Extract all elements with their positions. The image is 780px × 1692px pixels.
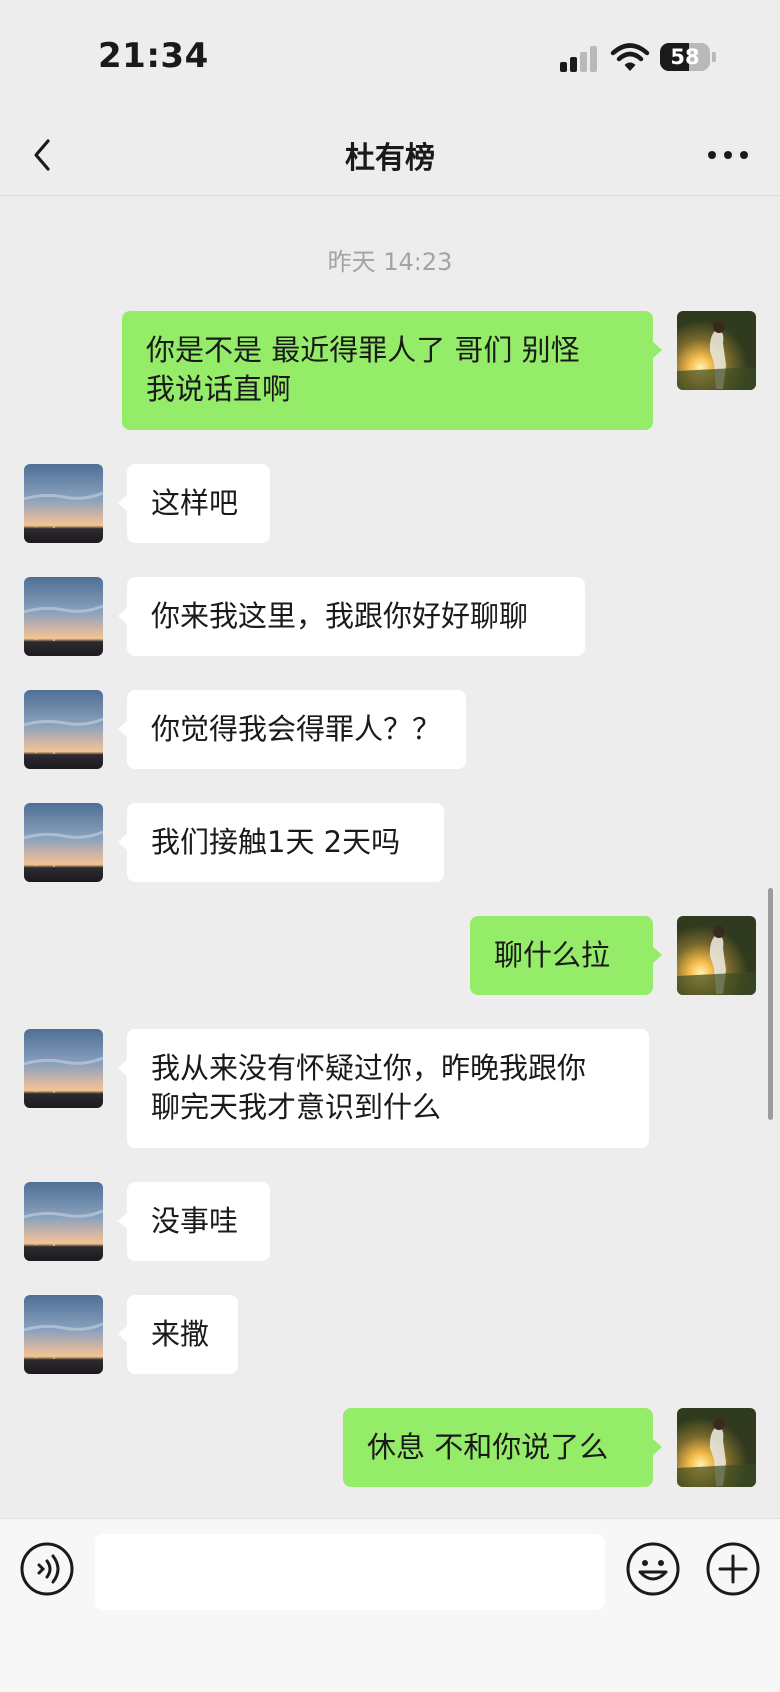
message-bubble-received[interactable]: 我从来没有怀疑过你，昨晚我跟你 聊完天我才意识到什么 (118, 1029, 649, 1148)
contact-avatar[interactable] (24, 1029, 103, 1108)
contact-avatar[interactable] (24, 1182, 103, 1261)
emoji-icon[interactable] (625, 1541, 681, 1597)
message-bubble-received[interactable]: 没事哇 (118, 1182, 270, 1261)
message-bubble-received[interactable]: 你来我这里，我跟你好好聊聊 (118, 577, 585, 656)
status-bar: 21:34 58 (0, 0, 780, 115)
cellular-signal-icon (560, 46, 600, 72)
message-input[interactable] (95, 1534, 605, 1610)
my-avatar[interactable] (677, 311, 756, 390)
message-bubble-received[interactable]: 我们接触1天 2天吗 (118, 803, 444, 882)
message-bubble-sent[interactable]: 你是不是 最近得罪人了 哥们 别怪 我说话直啊 (122, 311, 662, 430)
input-bar (0, 1518, 780, 1692)
message-bubble-received[interactable]: 你觉得我会得罪人？？ (118, 690, 466, 769)
chat-scrollbar[interactable] (768, 888, 773, 1120)
contact-avatar[interactable] (24, 577, 103, 656)
chat-header: 杜有榜 (0, 115, 780, 196)
battery-percentage: 58 (670, 45, 700, 69)
battery-icon: 58 (660, 43, 710, 71)
contact-avatar[interactable] (24, 1295, 103, 1374)
voice-input-icon[interactable] (19, 1541, 75, 1597)
chat-timestamp: 昨天 14:23 (327, 248, 453, 276)
contact-name: 杜有榜 (345, 141, 435, 176)
message-bubble-received[interactable]: 来撒 (118, 1295, 238, 1374)
battery-tip (712, 52, 716, 62)
my-avatar[interactable] (677, 1408, 756, 1487)
status-time: 21:34 (98, 36, 209, 76)
more-options-icon[interactable] (700, 135, 756, 175)
message-bubble-sent[interactable]: 聊什么拉 (470, 916, 662, 995)
my-avatar[interactable] (677, 916, 756, 995)
contact-avatar[interactable] (24, 803, 103, 882)
message-bubble-received[interactable]: 这样吧 (118, 464, 270, 543)
contact-avatar[interactable] (24, 690, 103, 769)
contact-avatar[interactable] (24, 464, 103, 543)
message-bubble-sent[interactable]: 休息 不和你说了么 (343, 1408, 662, 1487)
plus-icon[interactable] (705, 1541, 761, 1597)
wifi-icon (610, 43, 650, 71)
